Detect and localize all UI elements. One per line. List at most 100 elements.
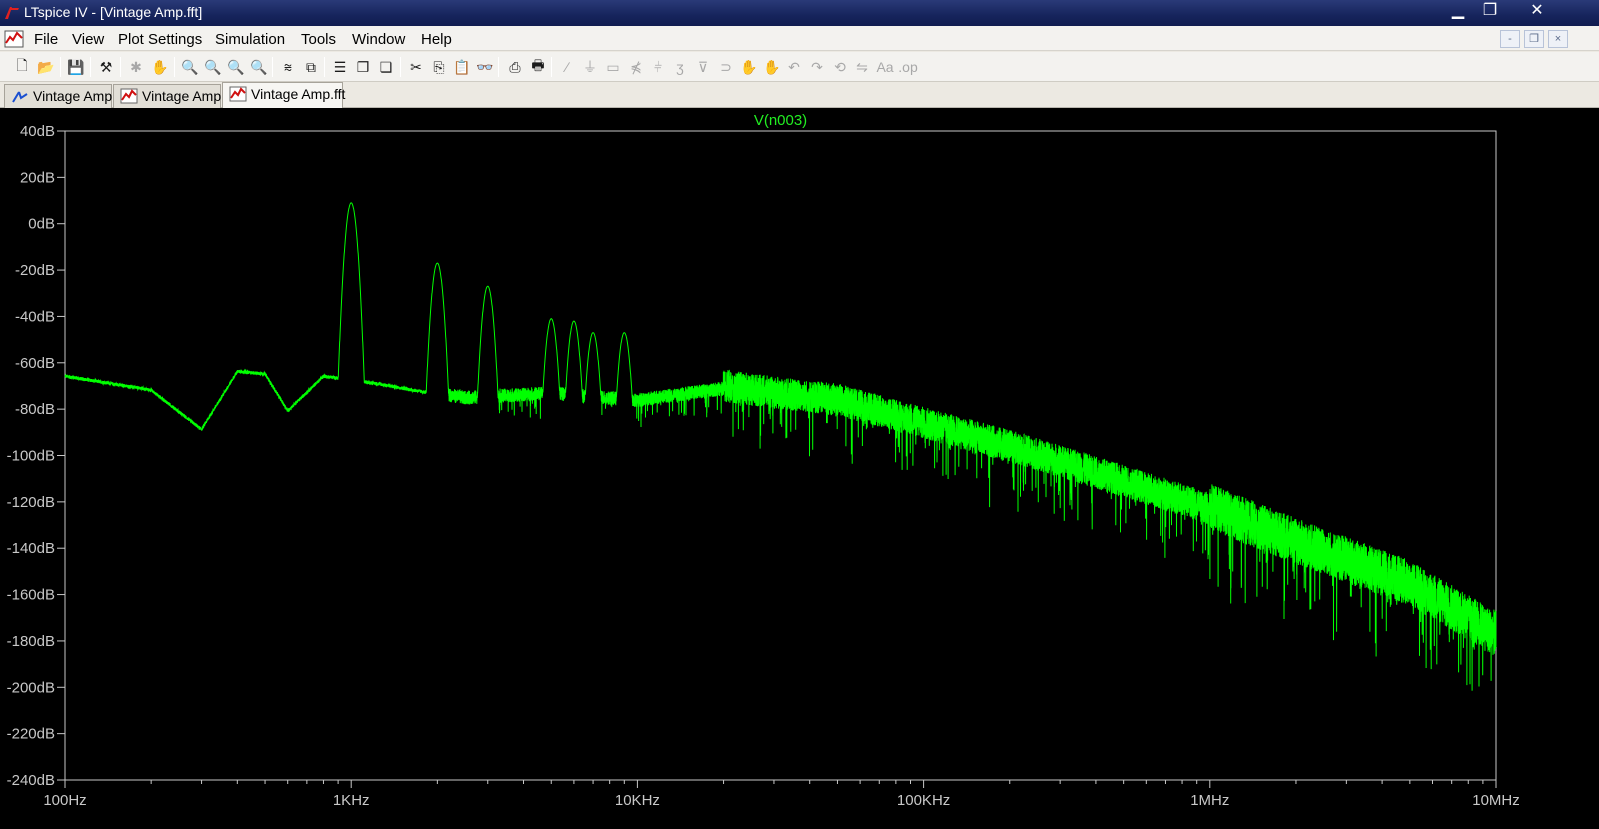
y-tick-label: -200dB [7, 679, 55, 696]
copy-icon[interactable]: ⎘ [429, 57, 449, 77]
menu-view[interactable]: View [72, 31, 104, 48]
ltspice-logo-icon [5, 7, 19, 19]
rotate-icon[interactable]: ⟲ [830, 57, 850, 77]
y-tick-label: -220dB [7, 726, 55, 743]
menu-simulation[interactable]: Simulation [215, 31, 285, 48]
menu-help[interactable]: Help [421, 31, 452, 48]
autorange-icon[interactable]: ⩬ [278, 57, 298, 77]
restore-button[interactable]: ❐ [1468, 0, 1512, 24]
toolbar-separator [120, 57, 121, 77]
tab-vintage-amp-fft[interactable]: Vintage Amp.fft [222, 82, 346, 108]
undo-icon[interactable]: ↶ [784, 57, 804, 77]
toolbar-separator [272, 57, 273, 77]
x-tick-label: 1MHz [1190, 792, 1229, 809]
capacitor-icon[interactable]: ⫩ [648, 57, 668, 77]
menu-plot-settings[interactable]: Plot Settings [118, 31, 202, 48]
tile-horizontal-icon[interactable]: ☰ [330, 57, 350, 77]
cut-icon[interactable]: ✂ [406, 57, 426, 77]
schematic-icon [12, 91, 28, 103]
mirror-icon[interactable]: ⇋ [852, 57, 872, 77]
ground-icon[interactable]: ⏚ [580, 57, 600, 77]
trace-line[interactable] [64, 202, 1497, 691]
y-tick-label: -80dB [15, 401, 55, 418]
diode-icon[interactable]: ⊽ [693, 57, 713, 77]
toolbar-separator [551, 57, 552, 77]
component-icon[interactable]: ⊃ [716, 57, 736, 77]
halt-icon[interactable]: ✋ [150, 57, 170, 77]
print-icon[interactable]: 🖶 [528, 57, 548, 77]
run-icon[interactable]: ✱ [126, 57, 146, 77]
tab-label: Vintage Amp [142, 88, 222, 104]
y-tick-label: 20dB [20, 169, 55, 186]
y-axis: 40dB 20dB 0dB -20dB -40dB -60dB -80dB -100dB -12… [7, 123, 65, 789]
drag-icon[interactable]: ✋ [762, 57, 782, 77]
y-tick-label: -40dB [15, 308, 55, 325]
wire-icon[interactable]: ∕ [557, 57, 577, 77]
x-tick-label: 100Hz [43, 792, 86, 809]
plot-pane[interactable]: 40dB 20dB 0dB -20dB -40dB -60dB -80dB -100dB -12… [0, 108, 1599, 829]
toolbar-separator [400, 57, 401, 77]
y-tick-label: -240dB [7, 772, 55, 789]
open-icon[interactable]: 📂 [36, 57, 56, 77]
x-axis: 100Hz 1KHz 10KHz 100KHz 1MHz 10MHz [43, 780, 1520, 809]
resistor-icon[interactable]: ⋠ [626, 57, 646, 77]
zoom-area-icon[interactable]: 🔍 [180, 57, 200, 77]
window-title: LTspice IV - [Vintage Amp.fft] [24, 4, 203, 20]
mdi-close-button[interactable]: × [1548, 30, 1568, 48]
y-tick-label: -20dB [15, 262, 55, 279]
mark-data-icon[interactable]: ⧉ [301, 57, 321, 77]
zoom-fit-icon[interactable]: 🔍 [249, 57, 269, 77]
tab-vintage-amp-schematic[interactable]: Vintage Amp [4, 84, 112, 108]
control-panel-icon[interactable]: ⚒ [96, 57, 116, 77]
x-tick-label: 1KHz [333, 792, 370, 809]
label-icon[interactable]: ▭ [603, 57, 623, 77]
menu-bar: File View Plot Settings Simulation Tools… [0, 26, 1599, 51]
zoom-in-icon[interactable]: 🔍 [203, 57, 223, 77]
tab-vintage-amp-waveform[interactable]: Vintage Amp [113, 84, 221, 108]
menu-file[interactable]: File [34, 31, 58, 48]
tile-vertical-icon[interactable]: ❏ [376, 57, 396, 77]
y-tick-label: -180dB [7, 633, 55, 650]
y-tick-label: -140dB [7, 540, 55, 557]
save-icon[interactable]: 💾 [66, 57, 86, 77]
x-tick-label: 100KHz [897, 792, 950, 809]
close-button[interactable]: ✕ [1515, 0, 1559, 24]
spice-directive-icon[interactable]: .op [898, 57, 918, 77]
y-tick-label: -100dB [7, 448, 55, 465]
y-tick-label: 40dB [20, 123, 55, 140]
text-icon[interactable]: Aa [875, 57, 895, 77]
inductor-icon[interactable]: ʒ [670, 57, 690, 77]
cascade-icon[interactable]: ❐ [353, 57, 373, 77]
trace-label[interactable]: V(n003) [754, 112, 807, 129]
mdi-minimize-button[interactable]: - [1500, 30, 1520, 48]
y-tick-label: 0dB [28, 216, 55, 233]
menu-window[interactable]: Window [352, 31, 405, 48]
y-tick-label: -120dB [7, 494, 55, 511]
waveform-icon [229, 86, 247, 102]
mdi-restore-button[interactable]: ❐ [1524, 30, 1544, 48]
tab-label: Vintage Amp.fft [251, 86, 346, 102]
plot-frame [64, 130, 1497, 781]
fft-plot[interactable]: 40dB 20dB 0dB -20dB -40dB -60dB -80dB -100dB -12… [0, 108, 1599, 829]
document-waveform-icon[interactable] [4, 29, 24, 49]
x-tick-label: 10MHz [1472, 792, 1520, 809]
x-tick-label: 10KHz [615, 792, 660, 809]
y-tick-label: -160dB [7, 587, 55, 604]
toolbar-separator [90, 57, 91, 77]
redo-icon[interactable]: ↷ [807, 57, 827, 77]
toolbar-separator [498, 57, 499, 77]
zoom-out-icon[interactable]: 🔍 [226, 57, 246, 77]
toolbar: 🗋 📂 💾 ⚒ ✱ ✋ 🔍 🔍 🔍 🔍 ⩬ ⧉ ☰ ❐ ❏ ✂ ⎘ 📋 👓 ⎙ … [0, 52, 1599, 82]
menu-tools[interactable]: Tools [301, 31, 336, 48]
tab-label: Vintage Amp [33, 88, 113, 104]
new-schematic-icon[interactable]: 🗋 [12, 57, 32, 77]
toolbar-separator [174, 57, 175, 77]
paste-icon[interactable]: 📋 [452, 57, 472, 77]
toolbar-separator [60, 57, 61, 77]
move-icon[interactable]: ✋ [739, 57, 759, 77]
title-bar: LTspice IV - [Vintage Amp.fft] ▁ ❐ ✕ [0, 0, 1599, 26]
waveform-icon [120, 88, 138, 104]
y-tick-label: -60dB [15, 355, 55, 372]
print-preview-icon[interactable]: ⎙ [505, 57, 525, 77]
find-icon[interactable]: 👓 [475, 57, 495, 77]
